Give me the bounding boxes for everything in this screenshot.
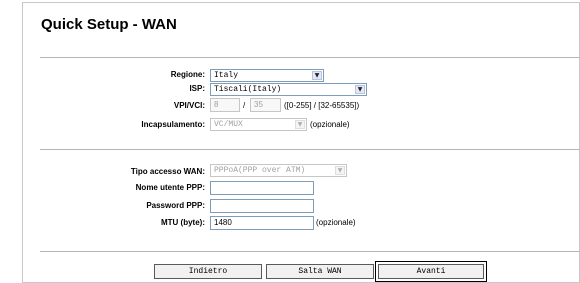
skip-wan-button[interactable]: Salta WAN bbox=[266, 264, 374, 279]
chevron-down-icon: ▼ bbox=[355, 85, 365, 94]
wan-type-value: PPPoA(PPP over ATM) bbox=[214, 166, 306, 175]
vci-input[interactable]: 35 bbox=[250, 98, 281, 112]
vpivci-range: ([0-255] / [32-65535]) bbox=[284, 101, 360, 110]
username-input[interactable] bbox=[210, 181, 314, 195]
vpivci-label: VPI/VCI: bbox=[173, 101, 205, 110]
password-input[interactable] bbox=[210, 199, 314, 213]
chevron-down-icon: ▼ bbox=[335, 166, 345, 175]
vpi-value: 8 bbox=[214, 100, 219, 109]
isp-label: ISP: bbox=[189, 84, 205, 93]
mtu-note: (opzionale) bbox=[316, 218, 356, 227]
region-value: Italy bbox=[214, 71, 239, 80]
page-title: Quick Setup - WAN bbox=[41, 16, 177, 33]
encapsulation-value: VC/MUX bbox=[214, 120, 243, 129]
wan-type-select[interactable]: PPPoA(PPP over ATM) ▼ bbox=[210, 164, 347, 177]
chevron-down-icon: ▼ bbox=[312, 71, 322, 80]
wan-type-label: Tipo accesso WAN: bbox=[130, 167, 205, 176]
back-button[interactable]: Indietro bbox=[154, 264, 262, 279]
chevron-down-icon: ▼ bbox=[295, 120, 305, 129]
mtu-label: MTU (byte): bbox=[161, 218, 205, 227]
vpi-input[interactable]: 8 bbox=[210, 98, 240, 112]
setup-panel bbox=[22, 2, 580, 283]
vci-value: 35 bbox=[254, 100, 263, 109]
next-button[interactable]: Avanti bbox=[378, 264, 484, 279]
encapsulation-select[interactable]: VC/MUX ▼ bbox=[210, 118, 307, 131]
divider-top bbox=[40, 57, 580, 58]
divider-middle bbox=[40, 149, 580, 150]
username-label: Nome utente PPP: bbox=[135, 183, 205, 192]
isp-value: Tiscali(Italy) bbox=[214, 85, 282, 94]
divider-bottom bbox=[40, 251, 580, 252]
encapsulation-label: Incapsulamento: bbox=[141, 120, 205, 129]
encapsulation-note: (opzionale) bbox=[310, 120, 350, 129]
mtu-input[interactable]: 1480 bbox=[210, 216, 314, 230]
password-label: Password PPP: bbox=[146, 201, 205, 210]
region-label: Regione: bbox=[170, 70, 205, 79]
vpivci-separator: / bbox=[243, 101, 246, 110]
mtu-value: 1480 bbox=[214, 218, 232, 227]
region-select[interactable]: Italy ▼ bbox=[210, 69, 324, 82]
isp-select[interactable]: Tiscali(Italy) ▼ bbox=[210, 83, 367, 96]
